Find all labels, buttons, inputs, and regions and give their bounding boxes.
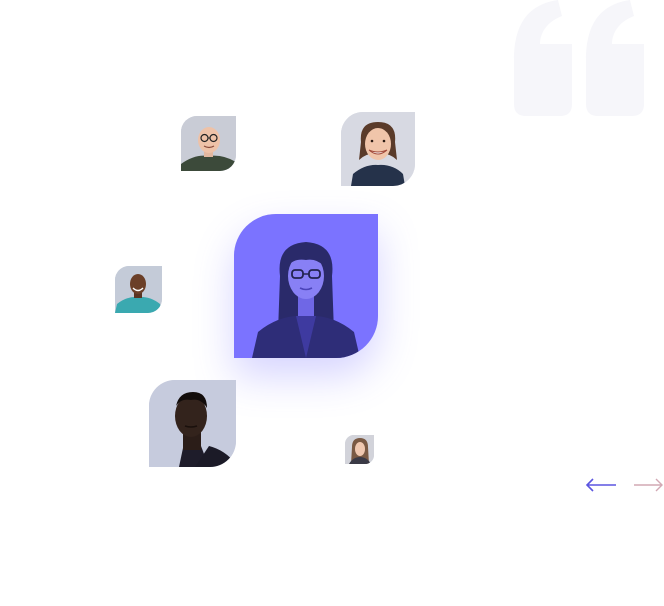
avatar-man-teal-shirt[interactable]	[115, 266, 162, 313]
avatar-woman-glasses-selected[interactable]	[234, 214, 378, 358]
avatar-woman-smiling[interactable]	[341, 112, 415, 186]
quote-icon	[512, 0, 652, 116]
avatar-man-glasses[interactable]	[181, 116, 236, 171]
avatar-woman-small[interactable]	[345, 435, 374, 464]
arrow-left-icon[interactable]	[584, 474, 618, 496]
arrow-right-icon[interactable]	[631, 474, 664, 496]
avatar-man-portrait[interactable]	[149, 380, 236, 467]
